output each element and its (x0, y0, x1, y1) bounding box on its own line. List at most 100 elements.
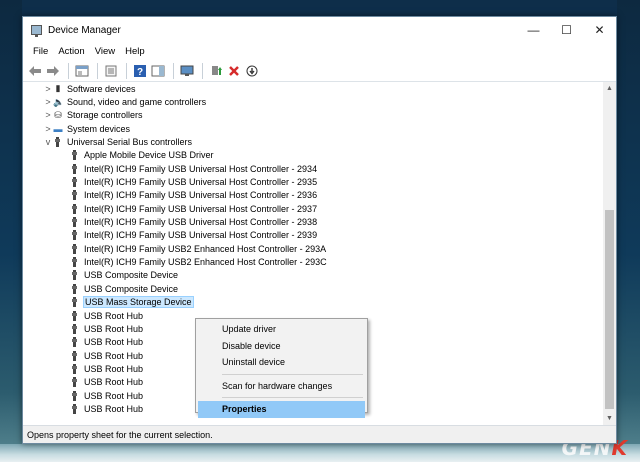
menu-item-update-driver[interactable]: Update driver (198, 321, 365, 338)
tree-category-usb[interactable]: v Universal Serial Bus controllers (23, 135, 603, 148)
usb-device-row[interactable]: Intel(R) ICH9 Family USB Universal Host … (23, 229, 603, 242)
usb-device-label: USB Root Hub (84, 350, 144, 361)
monitor-icon[interactable] (179, 63, 195, 79)
desktop-snow (0, 444, 640, 462)
properties-icon[interactable] (103, 63, 119, 79)
usb-device-row[interactable]: Intel(R) ICH9 Family USB2 Enhanced Host … (23, 255, 603, 268)
expand-chevron-icon[interactable]: > (43, 84, 53, 94)
menu-action[interactable]: Action (53, 46, 89, 57)
usb-device-row[interactable]: Intel(R) ICH9 Family USB Universal Host … (23, 162, 603, 175)
usb-device-icon (70, 283, 80, 294)
usb-device-icon (70, 150, 80, 161)
menu-separator (222, 397, 363, 398)
close-button[interactable]: ✕ (583, 17, 616, 43)
usb-device-row[interactable]: Intel(R) ICH9 Family USB Universal Host … (23, 189, 603, 202)
usb-device-icon (70, 323, 80, 334)
scroll-up-arrow-icon[interactable]: ▲ (603, 82, 616, 95)
menu-item-properties[interactable]: Properties (198, 401, 365, 418)
help-icon[interactable]: ? (132, 63, 148, 79)
usb-device-row[interactable]: USB Mass Storage Device (23, 296, 603, 309)
back-arrow-icon[interactable] (27, 63, 43, 79)
minimize-button[interactable]: — (517, 17, 550, 43)
toolbar-separator (173, 62, 174, 79)
tree-category-software-devices[interactable]: > ▮ Software devices (23, 82, 603, 95)
uninstall-icon[interactable] (226, 63, 242, 79)
expand-chevron-icon[interactable]: > (43, 124, 53, 134)
menu-file[interactable]: File (28, 46, 53, 57)
device-manager-window: Device Manager — ☐ ✕ File Action View He… (22, 16, 617, 444)
usb-device-icon (70, 297, 80, 308)
menubar: File Action View Help (23, 43, 616, 60)
tree-label: Software devices (67, 83, 136, 94)
status-bar: Opens property sheet for the current sel… (23, 425, 616, 443)
system-folder-icon: ▬ (53, 123, 63, 134)
usb-device-label: USB Composite Device (84, 270, 179, 281)
update-driver-icon[interactable] (208, 63, 224, 79)
usb-device-icon (70, 230, 80, 241)
storage-controller-icon: ⛁ (54, 109, 62, 120)
usb-device-label: Intel(R) ICH9 Family USB Universal Host … (84, 177, 318, 188)
download-icon[interactable] (244, 63, 260, 79)
usb-device-label: Intel(R) ICH9 Family USB Universal Host … (84, 230, 318, 241)
usb-device-icon (70, 390, 80, 401)
usb-device-label: USB Root Hub (84, 363, 144, 374)
usb-device-icon (70, 203, 80, 214)
usb-device-icon (70, 310, 80, 321)
menu-item-scan-hardware[interactable]: Scan for hardware changes (198, 378, 365, 395)
scroll-thumb[interactable] (605, 210, 614, 409)
toolbar: ? (23, 60, 616, 82)
usb-device-icon (70, 363, 80, 374)
action-pane-icon[interactable] (150, 63, 166, 79)
usb-device-icon (70, 257, 80, 268)
usb-device-label: Intel(R) ICH9 Family USB2 Enhanced Host … (84, 243, 327, 254)
tree-category-storage[interactable]: > ⛁ Storage controllers (23, 109, 603, 122)
toolbar-separator (68, 62, 69, 79)
collapse-chevron-icon[interactable]: v (43, 137, 53, 147)
menu-help[interactable]: Help (120, 46, 150, 57)
titlebar[interactable]: Device Manager — ☐ ✕ (23, 17, 616, 43)
expand-chevron-icon[interactable]: > (43, 97, 53, 107)
device-manager-app-icon (31, 25, 42, 37)
tree-category-system[interactable]: > ▬ System devices (23, 122, 603, 135)
software-device-icon: ▮ (55, 83, 61, 94)
forward-arrow-icon[interactable] (45, 63, 61, 79)
usb-device-label: USB Root Hub (84, 337, 144, 348)
usb-device-label: USB Root Hub (84, 403, 144, 414)
maximize-button[interactable]: ☐ (550, 17, 583, 43)
menu-view[interactable]: View (90, 46, 120, 57)
vertical-scrollbar[interactable]: ▲ ▼ (603, 82, 616, 425)
tree-label: System devices (67, 123, 131, 134)
usb-device-row[interactable]: USB Composite Device (23, 282, 603, 295)
usb-device-row[interactable]: Intel(R) ICH9 Family USB2 Enhanced Host … (23, 242, 603, 255)
desktop-background-left (0, 0, 22, 462)
usb-device-row[interactable]: USB Composite Device (23, 269, 603, 282)
menu-item-disable-device[interactable]: Disable device (198, 338, 365, 355)
usb-controller-icon (53, 137, 63, 148)
menu-item-uninstall-device[interactable]: Uninstall device (198, 354, 365, 371)
usb-device-label: Intel(R) ICH9 Family USB Universal Host … (84, 217, 318, 228)
usb-device-icon (70, 217, 80, 228)
usb-device-icon (70, 337, 80, 348)
usb-device-icon (70, 163, 80, 174)
context-menu: Update driver Disable device Uninstall d… (195, 318, 368, 418)
tree-label: Universal Serial Bus controllers (67, 137, 193, 148)
usb-device-icon (70, 403, 80, 414)
usb-device-label: USB Composite Device (84, 283, 179, 294)
usb-device-row[interactable]: Apple Mobile Device USB Driver (23, 149, 603, 162)
usb-device-icon (70, 350, 80, 361)
expand-chevron-icon[interactable]: > (43, 110, 53, 120)
usb-device-label: USB Root Hub (84, 323, 144, 334)
usb-device-label: Apple Mobile Device USB Driver (84, 150, 214, 161)
usb-device-label: USB Root Hub (84, 310, 144, 321)
scroll-down-arrow-icon[interactable]: ▼ (603, 412, 616, 425)
toolbar-separator (202, 62, 203, 79)
usb-device-row[interactable]: Intel(R) ICH9 Family USB Universal Host … (23, 202, 603, 215)
toolbar-separator (97, 62, 98, 79)
status-text: Opens property sheet for the current sel… (27, 429, 213, 440)
show-hide-console-icon[interactable] (74, 63, 90, 79)
tree-category-sound[interactable]: > 🔈 Sound, video and game controllers (23, 95, 603, 108)
usb-device-row[interactable]: Intel(R) ICH9 Family USB Universal Host … (23, 215, 603, 228)
usb-device-label: Intel(R) ICH9 Family USB Universal Host … (84, 203, 318, 214)
usb-device-row[interactable]: Intel(R) ICH9 Family USB Universal Host … (23, 175, 603, 188)
svg-text:?: ? (137, 67, 143, 77)
